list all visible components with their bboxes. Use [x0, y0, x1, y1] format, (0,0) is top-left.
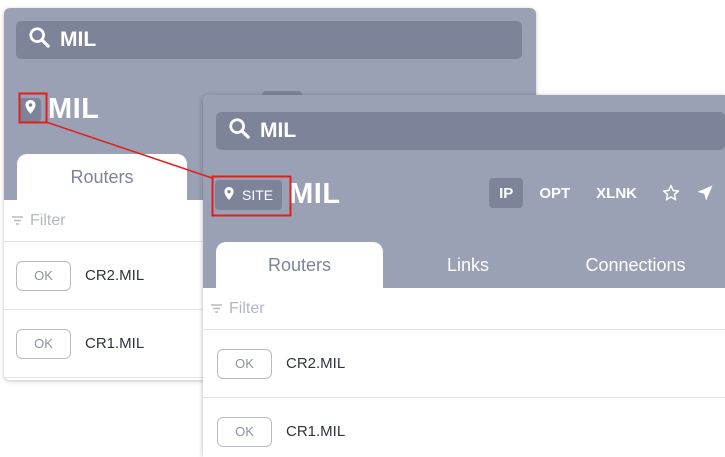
status-badge: OK [16, 328, 71, 359]
router-name: CR1.MIL [85, 335, 145, 352]
filter-placeholder: Filter [30, 211, 66, 229]
navigate-icon[interactable] [695, 183, 715, 203]
star-icon[interactable] [661, 183, 681, 203]
site-pin-button[interactable] [19, 97, 41, 122]
filter-icon [211, 300, 229, 318]
search-icon [228, 117, 260, 145]
mode-button-opt[interactable]: OPT [529, 178, 580, 208]
tab-connections[interactable]: Connections [553, 242, 718, 288]
location-pin-icon [25, 100, 36, 119]
search-bar[interactable]: MIL [216, 112, 725, 150]
status-badge: OK [217, 348, 272, 379]
site-button[interactable]: SITE [215, 179, 283, 210]
search-query: MIL [60, 28, 97, 51]
site-row: SITE MIL IP OPT XLNK [215, 178, 715, 211]
mode-button-xlnk[interactable]: XLNK [586, 178, 647, 208]
table-row[interactable]: OK CR1.MIL [203, 398, 725, 457]
search-bar[interactable]: MIL [16, 21, 522, 59]
tab-routers[interactable]: Routers [17, 154, 187, 200]
panel-header: MIL SITE MIL IP OPT XLNK Routers Links C… [203, 95, 725, 288]
site-name: MIL [289, 178, 341, 210]
router-name: CR2.MIL [286, 355, 346, 372]
tab-links[interactable]: Links [383, 242, 553, 288]
mode-button-ip[interactable]: IP [489, 178, 524, 208]
site-row: MIL [19, 93, 99, 126]
filter-input[interactable]: Filter [203, 288, 725, 330]
status-badge: OK [217, 416, 272, 447]
filter-icon [12, 212, 30, 230]
search-query: MIL [260, 119, 297, 142]
tab-bar: Routers Links Connections [203, 242, 725, 288]
location-pin-icon [224, 186, 242, 203]
status-badge: OK [16, 260, 71, 291]
filter-placeholder: Filter [229, 299, 265, 317]
search-icon [28, 26, 60, 54]
site-button-label: SITE [242, 186, 274, 203]
table-row[interactable]: OK CR2.MIL [203, 330, 725, 398]
site-name: MIL [48, 93, 100, 125]
mode-toolbar: IP OPT XLNK [483, 178, 715, 208]
router-name: CR2.MIL [85, 267, 145, 284]
panel-after: MIL SITE MIL IP OPT XLNK Routers Links C… [203, 95, 725, 457]
router-name: CR1.MIL [286, 423, 346, 440]
tab-routers[interactable]: Routers [216, 242, 383, 288]
